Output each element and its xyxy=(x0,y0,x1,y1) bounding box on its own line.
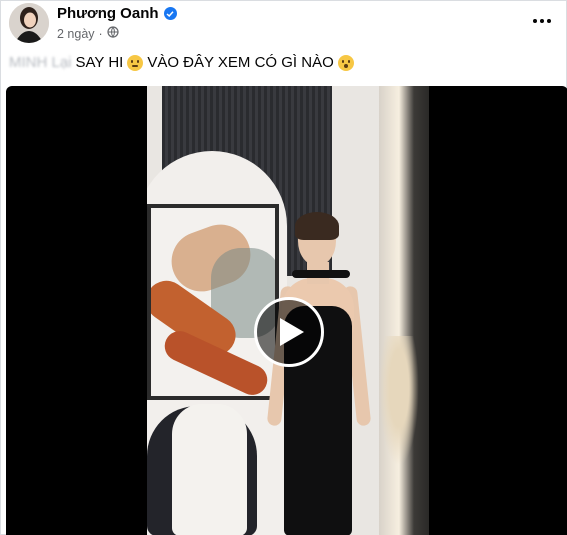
pampas-plant xyxy=(379,336,419,466)
globe-icon xyxy=(107,26,119,41)
play-icon xyxy=(280,318,304,346)
more-dot xyxy=(540,19,544,23)
post-meta: 2 ngày · xyxy=(57,26,119,41)
author-name-text[interactable]: Phương Oanh xyxy=(57,5,159,22)
more-dot xyxy=(533,19,537,23)
post-caption: MINH Lại SAY HI VÀO ĐÂY XEM CÓ GÌ NÀO xyxy=(9,54,354,71)
author-name[interactable]: Phương Oanh xyxy=(57,5,177,22)
play-button[interactable] xyxy=(254,297,324,367)
person-figure xyxy=(252,212,382,535)
caption-blurred-text: MINH Lại xyxy=(9,54,72,71)
facebook-post: Phương Oanh 2 ngày · MINH Lại SAY HI VÀO… xyxy=(0,0,567,535)
more-options-button[interactable] xyxy=(530,13,554,29)
more-dot xyxy=(547,19,551,23)
armchair-cushion xyxy=(172,404,247,535)
meta-separator: · xyxy=(98,26,103,41)
video-player[interactable] xyxy=(6,86,567,535)
hushed-face-emoji-icon xyxy=(337,54,354,71)
wall-light xyxy=(379,86,429,535)
grimacing-face-emoji-icon xyxy=(127,54,144,71)
author-avatar[interactable] xyxy=(9,3,49,43)
post-timestamp[interactable]: 2 ngày xyxy=(57,27,95,41)
verified-badge-icon xyxy=(163,7,177,20)
caption-text-1: SAY HI xyxy=(75,54,124,71)
caption-text-2: VÀO ĐÂY XEM CÓ GÌ NÀO xyxy=(147,54,334,71)
